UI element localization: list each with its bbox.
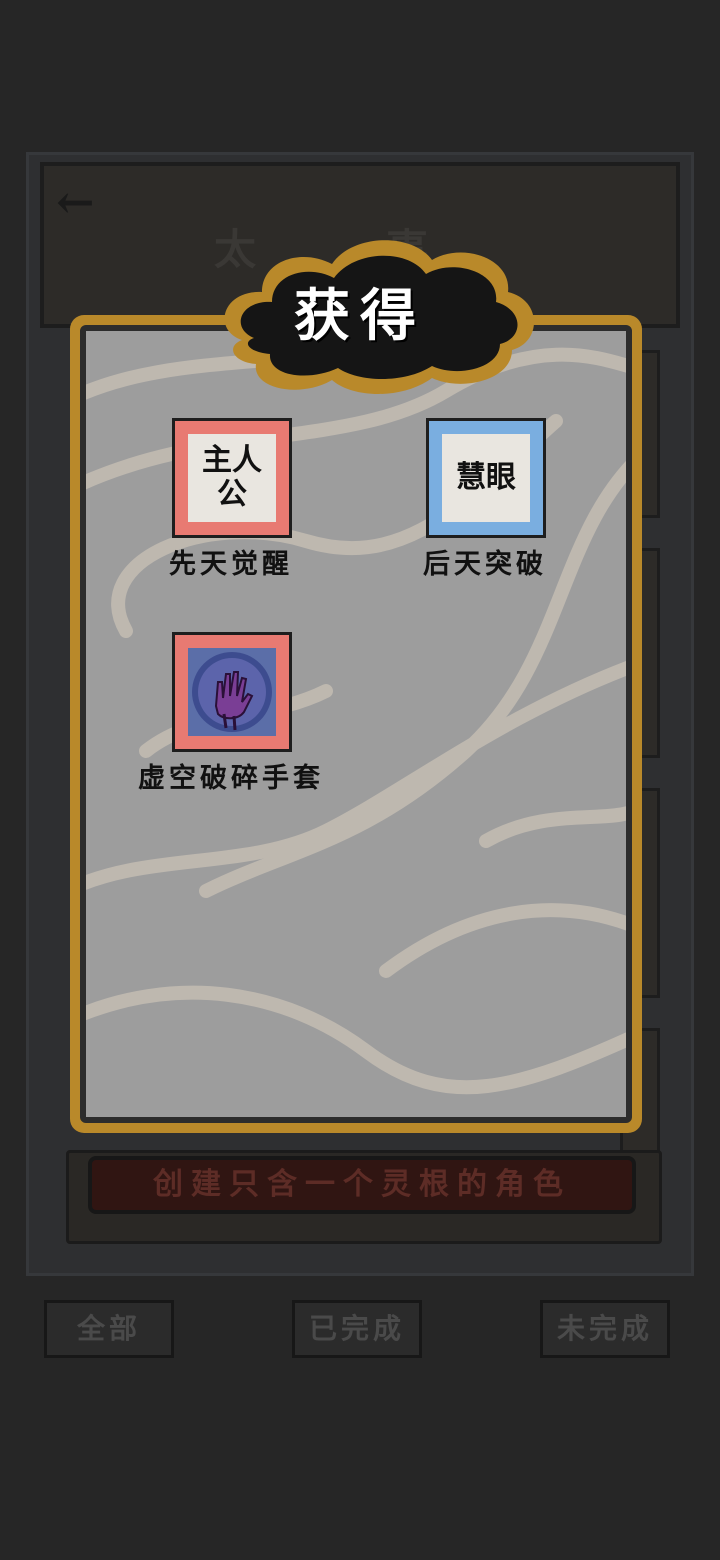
void-gauntlet-icon xyxy=(188,648,276,736)
back-arrow-icon[interactable]: ← xyxy=(56,179,110,225)
reward-item-tile-text: 慧眼 xyxy=(442,434,530,522)
reward-item[interactable]: 主人公 先天觉醒 xyxy=(136,418,326,618)
popup-title: 获得 xyxy=(294,283,426,349)
reward-item-tile[interactable] xyxy=(172,632,292,752)
reward-item[interactable]: 慧眼 后天突破 xyxy=(390,418,580,618)
reward-item[interactable]: 虚空破碎手套 xyxy=(136,632,326,832)
reward-item-label: 先天觉醒 xyxy=(169,549,293,580)
reward-item-tile[interactable]: 主人公 xyxy=(172,418,292,538)
tab-all[interactable]: 全部 xyxy=(44,1300,174,1358)
reward-item-tile[interactable]: 慧眼 xyxy=(426,418,546,538)
task-description: 创建只含一个灵根的角色 xyxy=(88,1156,636,1214)
reward-item-label: 虚空破碎手套 xyxy=(138,763,324,794)
tab-incomplete[interactable]: 未完成 xyxy=(540,1300,670,1358)
reward-item-tile-text: 主人公 xyxy=(188,434,276,522)
tab-completed[interactable]: 已完成 xyxy=(292,1300,422,1358)
reward-item-label: 后天突破 xyxy=(423,549,547,580)
